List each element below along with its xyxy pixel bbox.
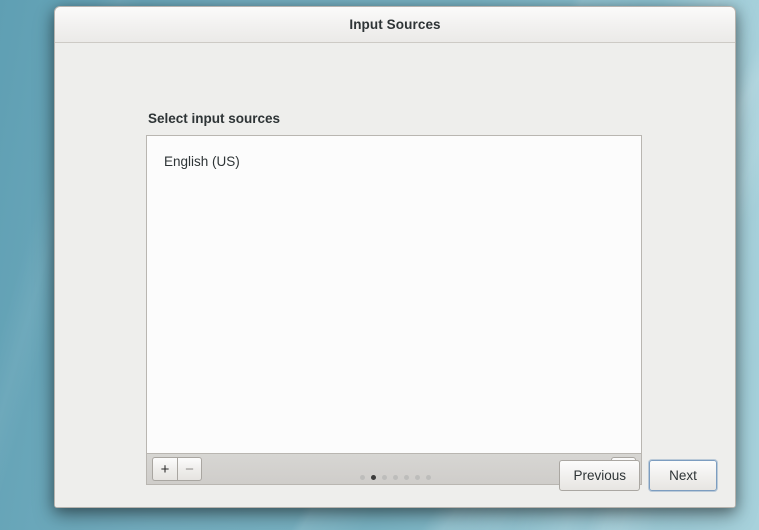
list-item[interactable]: English (US) [147, 149, 641, 175]
navigation-buttons: Previous Next [559, 460, 717, 491]
pagination-dots [360, 475, 431, 480]
pagination-dot [360, 475, 365, 480]
section-label: Select input sources [148, 111, 281, 126]
pagination-dot [415, 475, 420, 480]
pagination-dot-active [371, 475, 376, 480]
dialog-content: Select input sources English (US) + − Pr… [55, 43, 735, 507]
dialog-title-bar: Input Sources [55, 7, 735, 43]
pagination-dot [404, 475, 409, 480]
pagination-dot [393, 475, 398, 480]
previous-button[interactable]: Previous [559, 460, 640, 491]
dialog-footer: Previous Next [55, 445, 735, 507]
next-button[interactable]: Next [649, 460, 717, 491]
desktop-background: Input Sources Select input sources Engli… [0, 0, 759, 530]
input-sources-list[interactable]: English (US) [146, 135, 642, 453]
window-title: Input Sources [349, 17, 441, 32]
input-sources-dialog: Input Sources Select input sources Engli… [54, 6, 736, 508]
pagination-dot [426, 475, 431, 480]
pagination-dot [382, 475, 387, 480]
